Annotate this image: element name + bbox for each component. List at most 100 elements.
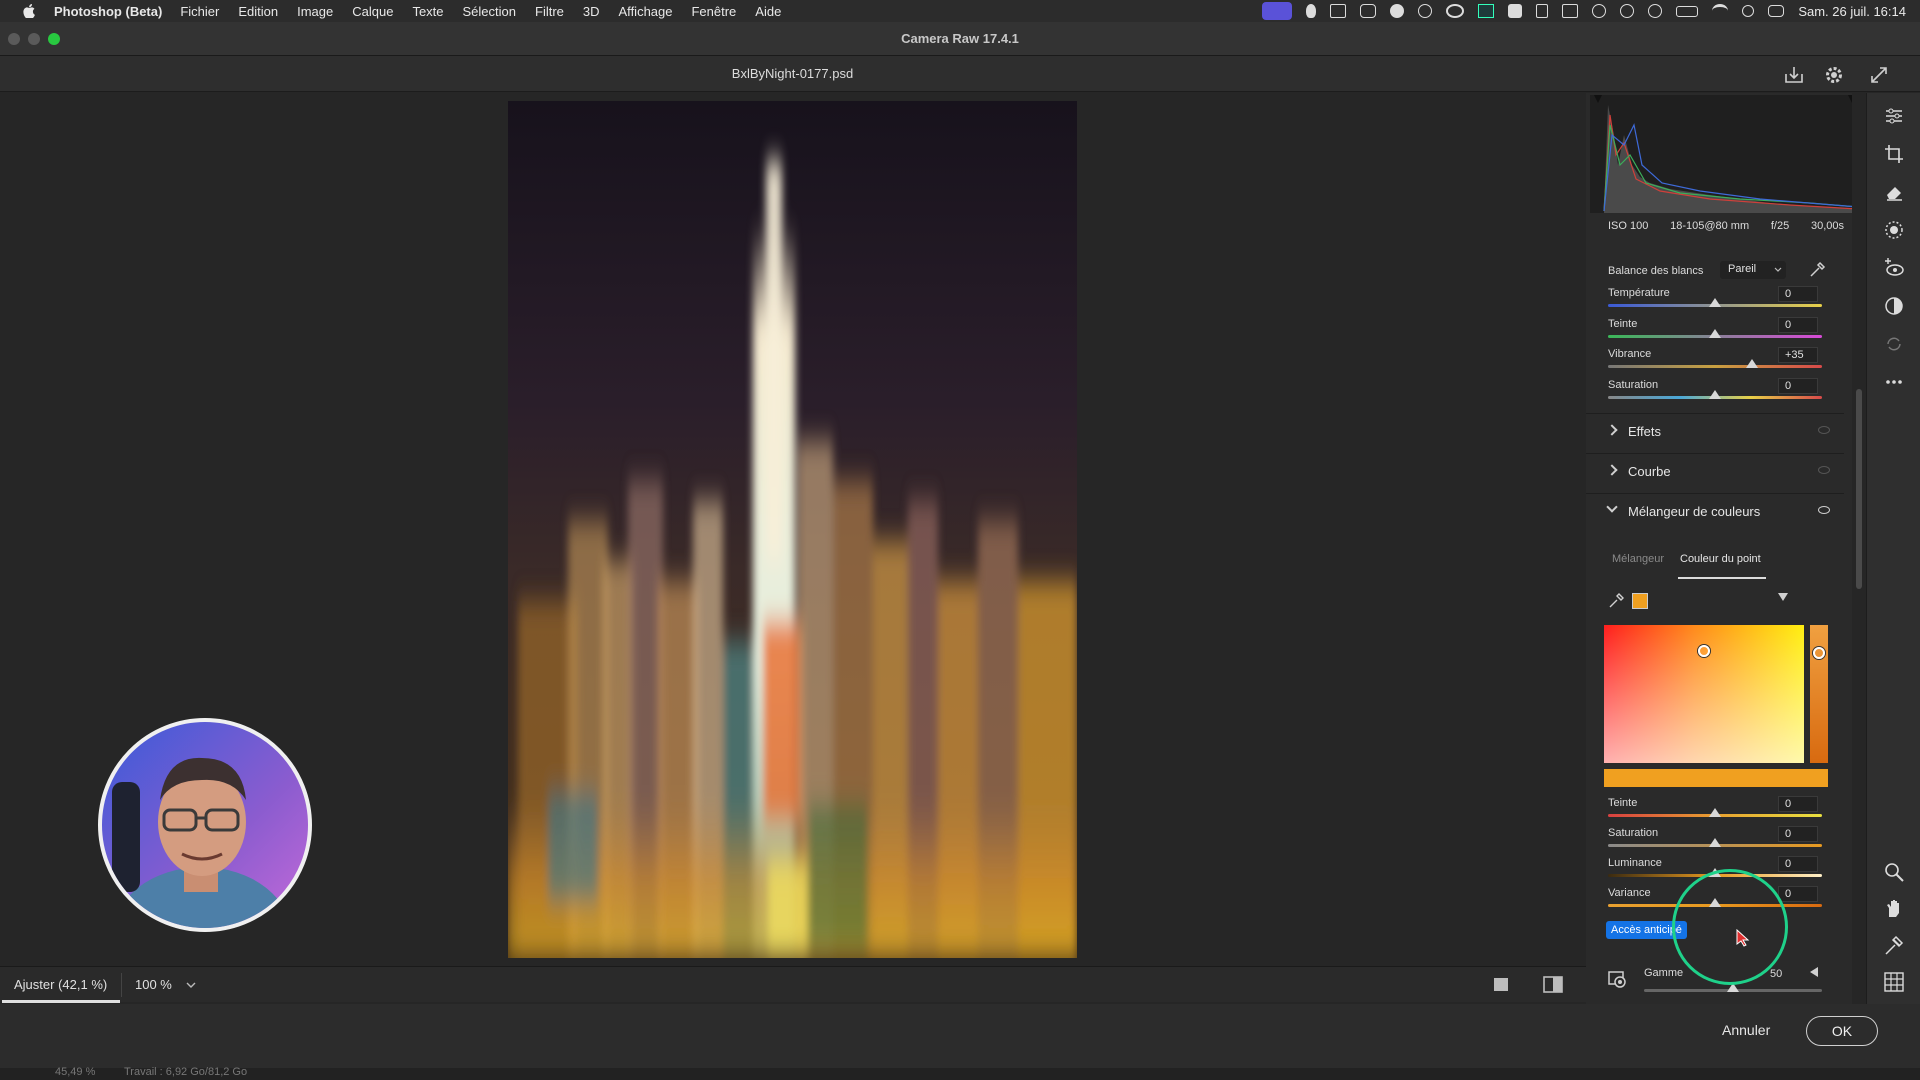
before-after-view-icon[interactable] (1543, 976, 1563, 994)
slider-value[interactable]: +35 (1778, 347, 1818, 363)
masking-icon[interactable] (1883, 219, 1905, 241)
visibility-eye-icon[interactable] (1818, 506, 1830, 514)
ok-button[interactable]: OK (1806, 1016, 1878, 1046)
tab-couleur-du-point[interactable]: Couleur du point (1680, 553, 1761, 565)
slider-saturation[interactable]: Saturation 0 (1586, 375, 1844, 403)
creative-cloud-icon[interactable] (1446, 4, 1465, 18)
photo-preview[interactable] (508, 101, 1077, 958)
grid-overlay-icon[interactable] (1883, 971, 1905, 993)
app-menu-photoshop[interactable]: Photoshop (Beta) (54, 4, 162, 19)
command-icon[interactable] (1360, 4, 1377, 18)
menubar-clock[interactable]: Sam. 26 juil. 16:14 (1798, 4, 1906, 19)
menu-fichier[interactable]: Fichier (180, 4, 219, 19)
zoom-100-button[interactable]: 100 % (135, 977, 172, 992)
slider-value[interactable]: 0 (1778, 826, 1818, 842)
slider-thumb[interactable] (1709, 808, 1721, 817)
menu-calque[interactable]: Calque (352, 4, 393, 19)
slider-value[interactable]: 0 (1778, 317, 1818, 333)
slider-vibrance[interactable]: Vibrance +35 (1586, 344, 1844, 372)
slider-thumb[interactable] (1746, 359, 1759, 368)
control-center-icon[interactable] (1768, 5, 1785, 17)
pr-icon[interactable] (1478, 4, 1495, 18)
section-effects-header[interactable]: Effets (1586, 413, 1844, 449)
menu-affichage[interactable]: Affichage (619, 4, 673, 19)
visibility-eye-icon[interactable] (1818, 466, 1830, 474)
point-eyedropper-icon[interactable] (1608, 593, 1624, 609)
luminance-strip[interactable] (1810, 625, 1828, 763)
slider-thumb[interactable] (1709, 390, 1721, 399)
tab-melangeur[interactable]: Mélangeur (1612, 553, 1664, 565)
window-icon[interactable] (1562, 4, 1579, 18)
slider-value[interactable]: 0 (1778, 378, 1818, 394)
menu-fenetre[interactable]: Fenêtre (691, 4, 736, 19)
slider-track[interactable] (1608, 365, 1822, 368)
slider-value[interactable]: 0 (1778, 856, 1818, 872)
spotlight-search-icon[interactable] (1742, 5, 1755, 17)
picker-target[interactable] (1698, 645, 1710, 657)
menu-aide[interactable]: Aide (755, 4, 781, 19)
eraser-icon[interactable] (1883, 181, 1905, 203)
snapshots-icon[interactable] (1883, 333, 1905, 355)
color-sampler-icon[interactable] (1883, 935, 1905, 957)
active-tab-underline (1678, 577, 1766, 579)
crop-icon[interactable] (1883, 143, 1905, 165)
point-slider-hue[interactable]: Teinte 0 (1586, 793, 1844, 821)
cancel-button[interactable]: Annuler (1722, 1022, 1770, 1038)
section-curve-header[interactable]: Courbe (1586, 453, 1844, 489)
luminance-target[interactable] (1813, 647, 1825, 659)
range-overlay-icon[interactable] (1608, 971, 1628, 989)
menu-image[interactable]: Image (297, 4, 333, 19)
slider-thumb[interactable] (1709, 838, 1721, 847)
range-value[interactable]: 50 (1770, 968, 1782, 980)
screen-share-icon[interactable] (1262, 2, 1293, 20)
slider-thumb[interactable] (1709, 329, 1721, 338)
slider-value[interactable]: 0 (1778, 886, 1818, 902)
menu-edition[interactable]: Edition (238, 4, 278, 19)
edit-sliders-icon[interactable] (1883, 105, 1905, 127)
user-circle-icon[interactable] (1592, 4, 1607, 18)
menu-3d[interactable]: 3D (583, 4, 600, 19)
flame-icon[interactable] (1306, 4, 1317, 18)
visibility-eye-icon[interactable] (1818, 426, 1830, 434)
fullscreen-icon[interactable] (1870, 66, 1888, 84)
time-machine-icon[interactable] (1648, 4, 1663, 18)
image-canvas[interactable] (0, 93, 1586, 966)
clipboard-icon[interactable] (1536, 4, 1549, 18)
point-slider-saturation[interactable]: Saturation 0 (1586, 823, 1844, 851)
scrollbar-thumb[interactable] (1856, 389, 1862, 589)
apple-logo-icon[interactable] (20, 4, 38, 18)
slider-value[interactable]: 0 (1778, 796, 1818, 812)
white-balance-select[interactable]: Pareil (1720, 261, 1786, 279)
red-eye-icon[interactable] (1883, 257, 1905, 279)
more-options-icon[interactable] (1883, 371, 1905, 393)
hue-saturation-field[interactable] (1604, 625, 1804, 763)
zoom-tool-icon[interactable] (1883, 861, 1905, 883)
menu-texte[interactable]: Texte (412, 4, 443, 19)
menu-selection[interactable]: Sélection (463, 4, 516, 19)
eyedropper-icon[interactable] (1808, 261, 1826, 279)
save-image-icon[interactable] (1784, 66, 1804, 84)
app-icon[interactable] (1508, 4, 1523, 18)
presets-icon[interactable] (1883, 295, 1905, 317)
settings-gear-icon[interactable] (1824, 65, 1844, 85)
play-icon[interactable] (1620, 4, 1635, 18)
wifi-icon[interactable] (1712, 4, 1729, 18)
section-color-mixer-header[interactable]: Mélangeur de couleurs (1586, 493, 1844, 529)
sampled-color-swatch[interactable] (1632, 593, 1648, 609)
hand-tool-icon[interactable] (1883, 897, 1905, 919)
zoom-dropdown-chevron-icon[interactable] (186, 981, 196, 989)
collapse-triangle-icon[interactable] (1778, 593, 1788, 601)
panel-scrollbar[interactable] (1852, 93, 1866, 1004)
slider-tint[interactable]: Teinte 0 (1586, 314, 1844, 342)
single-view-icon[interactable] (1493, 977, 1511, 993)
at-sign-icon[interactable] (1418, 4, 1433, 18)
fit-zoom-button[interactable]: Ajuster (42,1 %) (14, 977, 107, 992)
slider-thumb[interactable] (1709, 298, 1721, 307)
cursor-icon[interactable] (1390, 4, 1405, 18)
battery-icon[interactable] (1676, 5, 1699, 17)
menu-filtre[interactable]: Filtre (535, 4, 564, 19)
range-expand-arrow-icon[interactable] (1810, 967, 1818, 977)
camera-icon[interactable] (1330, 4, 1347, 18)
slider-temperature[interactable]: Température 0 (1586, 283, 1844, 311)
slider-value[interactable]: 0 (1778, 286, 1818, 302)
